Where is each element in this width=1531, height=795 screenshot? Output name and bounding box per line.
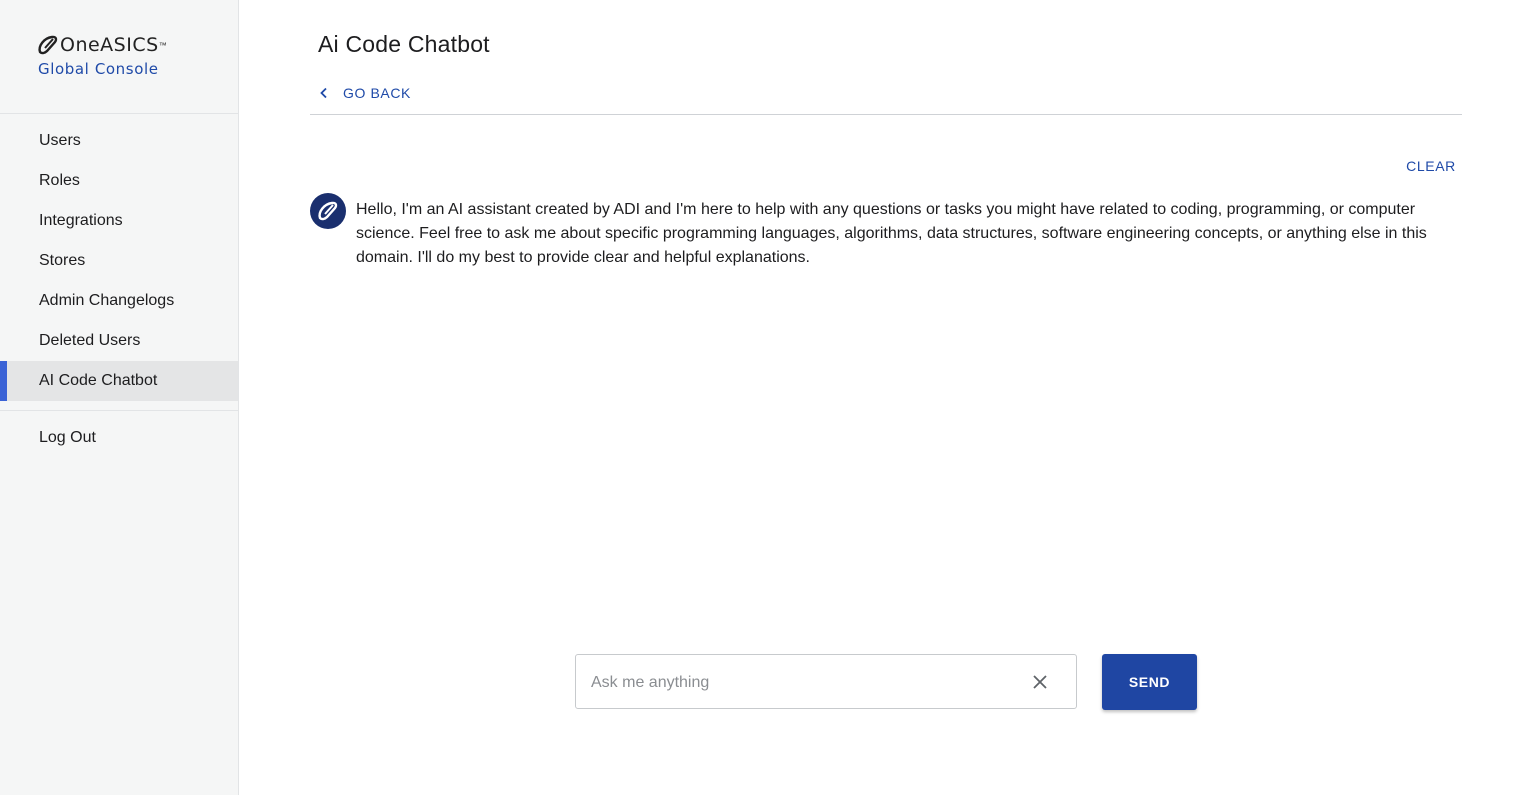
go-back-button[interactable]: GO BACK — [318, 85, 411, 101]
sidebar-divider — [0, 113, 238, 114]
send-button[interactable]: SEND — [1102, 654, 1197, 710]
sidebar-item-label: AI Code Chatbot — [39, 372, 158, 389]
clear-chat-button[interactable]: CLEAR — [1401, 155, 1461, 177]
sidebar-item-integrations[interactable]: Integrations — [0, 201, 238, 241]
sidebar-item-ai-code-chatbot[interactable]: AI Code Chatbot — [0, 361, 238, 401]
chevron-left-icon — [320, 87, 327, 99]
sidebar-item-roles[interactable]: Roles — [0, 161, 238, 201]
assistant-message: Hello, I'm an AI assistant created by AD… — [356, 201, 1427, 266]
brand-trademark: ™ — [158, 40, 167, 50]
asics-stripe-icon — [38, 35, 58, 55]
brand-top: OneASICS ™ — [36, 34, 167, 56]
brand-subtitle: Global Console — [38, 60, 159, 78]
close-icon[interactable] — [1031, 673, 1049, 691]
sidebar-item-label: Integrations — [39, 212, 123, 229]
header-divider — [310, 114, 1462, 115]
brand-logo[interactable]: OneASICS ™ Global Console — [36, 34, 206, 80]
assistant-avatar — [310, 193, 346, 229]
sidebar-divider — [0, 410, 238, 411]
sidebar: OneASICS ™ Global Console Users Roles In… — [0, 0, 239, 795]
asics-stripe-icon — [318, 201, 338, 221]
logout-label: Log Out — [39, 429, 96, 446]
sidebar-item-deleted-users[interactable]: Deleted Users — [0, 321, 238, 361]
page-title: Ai Code Chatbot — [318, 31, 490, 57]
sidebar-item-label: Admin Changelogs — [39, 292, 175, 309]
sidebar-item-label: Users — [39, 132, 81, 149]
sidebar-item-label: Roles — [39, 172, 80, 189]
brand-name: OneASICS — [60, 34, 159, 56]
main-content: Ai Code Chatbot GO BACK CLEAR Hello, I'm… — [239, 0, 1531, 795]
sidebar-item-admin-changelogs[interactable]: Admin Changelogs — [0, 281, 238, 321]
go-back-label: GO BACK — [343, 85, 411, 101]
logout-button[interactable]: Log Out — [0, 418, 238, 458]
chat-input-container — [575, 654, 1077, 710]
sidebar-item-stores[interactable]: Stores — [0, 241, 238, 281]
sidebar-item-label: Deleted Users — [39, 332, 141, 349]
sidebar-item-users[interactable]: Users — [0, 121, 238, 161]
chat-input[interactable] — [589, 655, 1013, 710]
sidebar-item-label: Stores — [39, 252, 86, 269]
